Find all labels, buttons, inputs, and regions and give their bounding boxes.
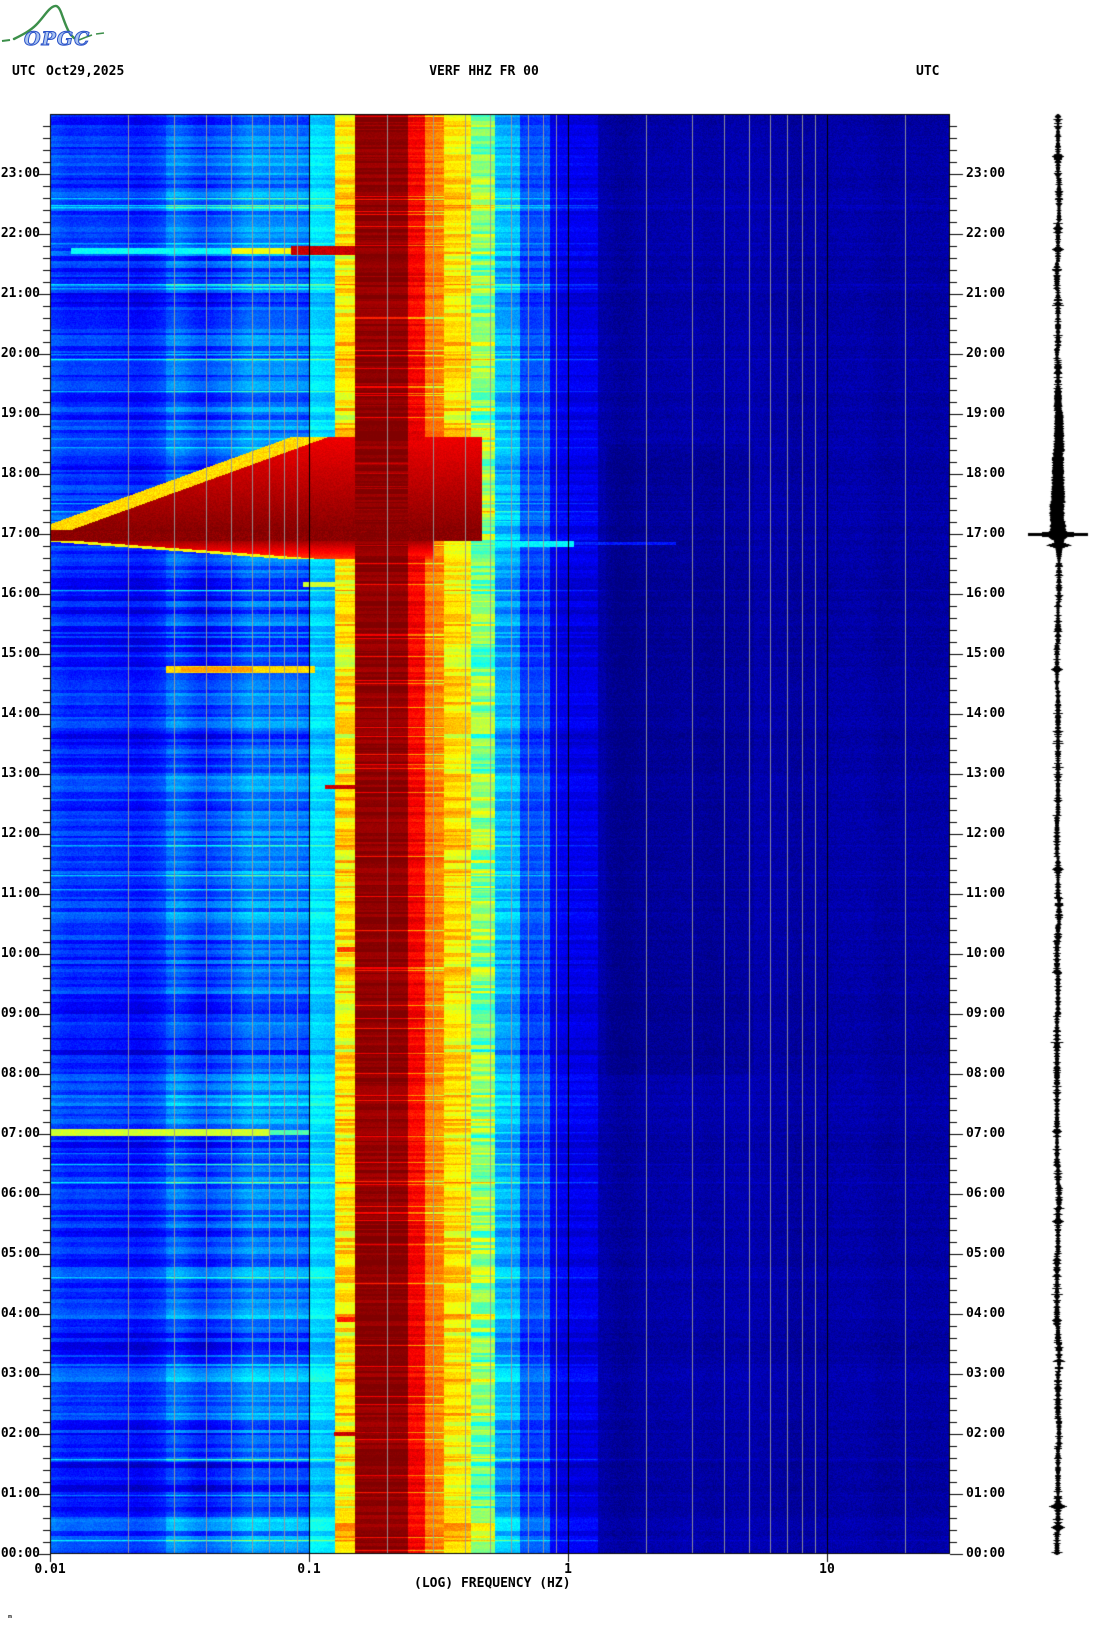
y-label-left-21:00: 21:00: [0, 286, 40, 301]
y-label-left-06:00: 06:00: [0, 1186, 40, 1201]
spectrogram-canvas: [0, 0, 1102, 1634]
y-label-right-08:00: 08:00: [966, 1066, 1006, 1081]
y-label-right-16:00: 16:00: [966, 586, 1006, 601]
y-label-right-01:00: 01:00: [966, 1486, 1006, 1501]
y-label-right-03:00: 03:00: [966, 1366, 1006, 1381]
x-label-0.1: 0.1: [297, 1562, 321, 1577]
y-label-left-01:00: 01:00: [0, 1486, 40, 1501]
y-label-left-20:00: 20:00: [0, 346, 40, 361]
y-label-left-02:00: 02:00: [0, 1426, 40, 1441]
x-label-0.01: 0.01: [34, 1562, 66, 1577]
x-axis-title: (LOG) FREQUENCY (HZ): [414, 1576, 571, 1591]
y-label-right-21:00: 21:00: [966, 286, 1006, 301]
y-label-right-19:00: 19:00: [966, 406, 1006, 421]
page-title: VERF HHZ FR 00: [429, 64, 539, 79]
y-label-left-22:00: 22:00: [0, 226, 40, 241]
y-label-right-05:00: 05:00: [966, 1246, 1006, 1261]
y-label-right-12:00: 12:00: [966, 826, 1006, 841]
y-label-left-23:00: 23:00: [0, 166, 40, 181]
y-label-right-00:00: 00:00: [966, 1546, 1006, 1561]
x-label-10: 10: [819, 1562, 835, 1577]
y-label-left-18:00: 18:00: [0, 466, 40, 481]
y-label-left-09:00: 09:00: [0, 1006, 40, 1021]
y-label-right-06:00: 06:00: [966, 1186, 1006, 1201]
y-label-right-18:00: 18:00: [966, 466, 1006, 481]
utc-label-left: UTC: [12, 64, 36, 79]
x-label-1: 1: [564, 1562, 572, 1577]
opgc-logo: OPGC: [1, 4, 105, 51]
y-label-left-15:00: 15:00: [0, 646, 40, 661]
y-label-right-02:00: 02:00: [966, 1426, 1006, 1441]
y-label-left-00:00: 00:00: [0, 1546, 40, 1561]
y-label-right-17:00: 17:00: [966, 526, 1006, 541]
y-label-left-05:00: 05:00: [0, 1246, 40, 1261]
corner-mark: ₘ: [7, 1610, 14, 1621]
y-label-left-19:00: 19:00: [0, 406, 40, 421]
y-label-right-07:00: 07:00: [966, 1126, 1006, 1141]
y-label-left-08:00: 08:00: [0, 1066, 40, 1081]
logo-text: OPGC: [24, 28, 90, 50]
date-label: Oct29,2025: [46, 64, 125, 79]
y-label-right-15:00: 15:00: [966, 646, 1006, 661]
y-label-left-11:00: 11:00: [0, 886, 40, 901]
y-label-right-20:00: 20:00: [966, 346, 1006, 361]
y-label-left-13:00: 13:00: [0, 766, 40, 781]
y-label-left-10:00: 10:00: [0, 946, 40, 961]
y-label-left-16:00: 16:00: [0, 586, 40, 601]
logo-left-dash: [1, 39, 11, 42]
y-label-left-17:00: 17:00: [0, 526, 40, 541]
y-label-right-13:00: 13:00: [966, 766, 1006, 781]
y-label-right-04:00: 04:00: [966, 1306, 1006, 1321]
y-label-right-23:00: 23:00: [966, 166, 1006, 181]
y-label-left-04:00: 04:00: [0, 1306, 40, 1321]
y-label-left-12:00: 12:00: [0, 826, 40, 841]
spectrogram-page: { "logo": { "text": "OPGC" }, "header": …: [0, 0, 1102, 1634]
y-label-left-07:00: 07:00: [0, 1126, 40, 1141]
y-label-right-14:00: 14:00: [966, 706, 1006, 721]
y-label-left-03:00: 03:00: [0, 1366, 40, 1381]
y-label-right-22:00: 22:00: [966, 226, 1006, 241]
y-label-right-10:00: 10:00: [966, 946, 1006, 961]
y-label-right-09:00: 09:00: [966, 1006, 1006, 1021]
utc-label-right: UTC: [916, 64, 940, 79]
y-label-right-11:00: 11:00: [966, 886, 1006, 901]
y-label-left-14:00: 14:00: [0, 706, 40, 721]
